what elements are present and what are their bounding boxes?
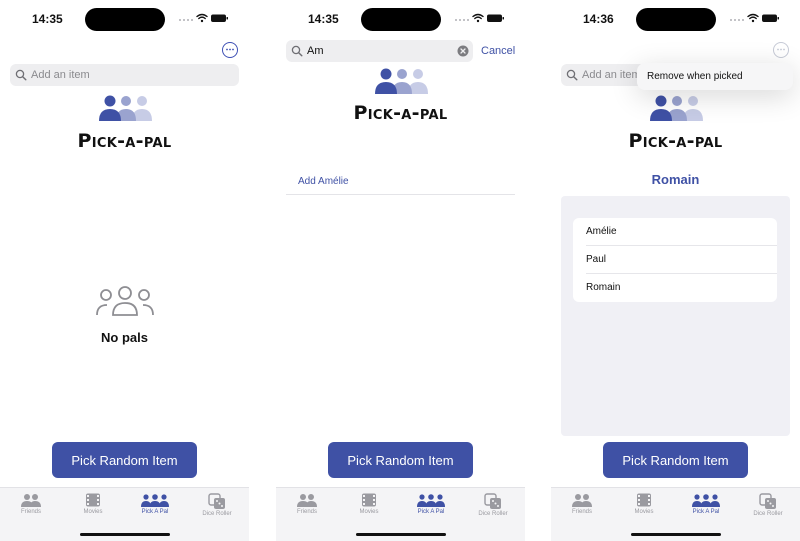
tab-dice-roller[interactable]: Dice Roller <box>462 493 524 523</box>
tab-label: Dice Roller <box>753 511 783 517</box>
person-3-icon <box>141 494 169 507</box>
tab-dice-roller[interactable]: Dice Roller <box>186 493 248 523</box>
tab-label: Pick A Pal <box>692 509 720 515</box>
person-3-icon <box>417 494 445 507</box>
list-item[interactable]: Paul <box>573 246 777 274</box>
person-2-icon <box>297 494 317 507</box>
tab-label: Pick A Pal <box>417 509 445 515</box>
clear-icon[interactable] <box>457 45 469 57</box>
dice-icon <box>759 493 776 509</box>
film-icon <box>362 493 376 507</box>
list-item[interactable]: Amélie <box>573 218 777 246</box>
film-icon <box>86 493 100 507</box>
tab-movies[interactable]: Movies <box>613 493 675 523</box>
film-icon <box>637 493 651 507</box>
tab-pick-a-pal[interactable]: Pick A Pal <box>124 493 186 523</box>
dice-icon <box>208 493 225 509</box>
screen-list-with-menu: 14:36 Pick-a-pal Romain <box>551 0 800 541</box>
status-icons <box>454 12 506 24</box>
list-item-label: Amélie <box>586 226 617 237</box>
search-icon <box>15 69 27 81</box>
wifi-icon <box>196 13 208 20</box>
pick-random-item-button[interactable]: Pick Random Item <box>328 442 473 478</box>
search-bar[interactable] <box>286 40 473 62</box>
remove-when-picked-menu-item[interactable]: Remove when picked <box>647 71 743 82</box>
tab-movies[interactable]: Movies <box>338 493 400 523</box>
status-time: 14:35 <box>32 12 63 26</box>
tab-bar: Friends Movies Pick A Pal Dice Roller <box>276 487 525 541</box>
tab-label: Friends <box>296 509 317 515</box>
search-input[interactable] <box>307 42 457 60</box>
status-time: 14:35 <box>308 12 339 26</box>
picked-item-label: Romain <box>651 172 700 187</box>
tab-friends[interactable]: Friends <box>551 493 613 523</box>
person-3-icon <box>375 68 428 94</box>
screen-empty-state: 14:35 Pick-a-pal <box>0 0 249 541</box>
signal-dots-icon <box>730 19 744 21</box>
context-menu: Remove when picked <box>637 63 793 90</box>
items-list: Amélie Paul Romain <box>573 218 777 302</box>
pick-random-item-button[interactable]: Pick Random Item <box>603 442 748 478</box>
status-time: 14:36 <box>583 12 614 26</box>
tab-pick-a-pal[interactable]: Pick A Pal <box>675 493 737 523</box>
add-suggestion-label: Add Amélie <box>298 176 349 187</box>
list-item-label: Paul <box>586 254 607 265</box>
status-icons <box>178 12 230 24</box>
tab-label: Friends <box>20 509 41 515</box>
tab-label: Movies <box>359 509 379 515</box>
tab-label: Friends <box>571 509 592 515</box>
dynamic-island <box>85 8 165 31</box>
home-indicator[interactable] <box>356 533 446 536</box>
tab-label: Dice Roller <box>478 511 508 517</box>
signal-dots-icon <box>455 19 469 21</box>
person-3-icon <box>99 95 152 121</box>
tab-label: Dice Roller <box>202 511 232 517</box>
person-2-icon <box>572 494 592 507</box>
dice-icon <box>484 493 501 509</box>
cancel-button[interactable]: Cancel <box>481 45 515 57</box>
dynamic-island <box>636 8 716 31</box>
person-2-icon <box>21 494 41 507</box>
search-input[interactable] <box>31 66 231 84</box>
pick-random-item-button[interactable]: Pick Random Item <box>52 442 197 478</box>
home-indicator[interactable] <box>631 533 721 536</box>
tab-label: Movies <box>634 509 654 515</box>
dynamic-island <box>361 8 441 31</box>
tab-friends[interactable]: Friends <box>0 493 62 523</box>
list-item-label: Romain <box>586 282 621 293</box>
wifi-icon <box>472 13 484 20</box>
person-3-outline-icon <box>96 286 154 316</box>
app-title: Pick-a-pal <box>628 130 723 152</box>
battery-icon <box>762 14 779 22</box>
search-icon <box>566 69 578 81</box>
home-indicator[interactable] <box>80 533 170 536</box>
tab-label: Pick A Pal <box>141 509 169 515</box>
more-options-icon[interactable] <box>222 42 238 58</box>
screen-search-active: 14:35 Cancel Pick-a-pal Add Amélie <box>276 0 525 541</box>
tab-bar: Friends Movies Pick A Pal Dice Roller <box>0 487 249 541</box>
tab-dice-roller[interactable]: Dice Roller <box>737 493 799 523</box>
status-icons <box>729 12 781 24</box>
app-title: Pick-a-pal <box>353 102 448 124</box>
search-bar[interactable] <box>10 64 239 86</box>
person-3-icon <box>650 95 703 121</box>
list-item[interactable]: Romain <box>573 274 777 302</box>
tab-bar: Friends Movies Pick A Pal Dice Roller <box>551 487 800 541</box>
app-title: Pick-a-pal <box>77 130 172 152</box>
person-3-icon <box>692 494 720 507</box>
items-list-container: Amélie Paul Romain <box>561 196 790 436</box>
tab-label: Movies <box>83 509 103 515</box>
empty-state-label: No pals <box>101 330 148 345</box>
battery-icon <box>487 14 504 22</box>
add-suggestion-row[interactable]: Add Amélie <box>286 169 515 195</box>
signal-dots-icon <box>179 19 193 21</box>
tab-pick-a-pal[interactable]: Pick A Pal <box>400 493 462 523</box>
battery-icon <box>211 14 228 22</box>
tab-movies[interactable]: Movies <box>62 493 124 523</box>
wifi-icon <box>747 13 759 20</box>
tab-friends[interactable]: Friends <box>276 493 338 523</box>
more-options-icon[interactable] <box>773 42 789 58</box>
search-icon <box>291 45 303 57</box>
